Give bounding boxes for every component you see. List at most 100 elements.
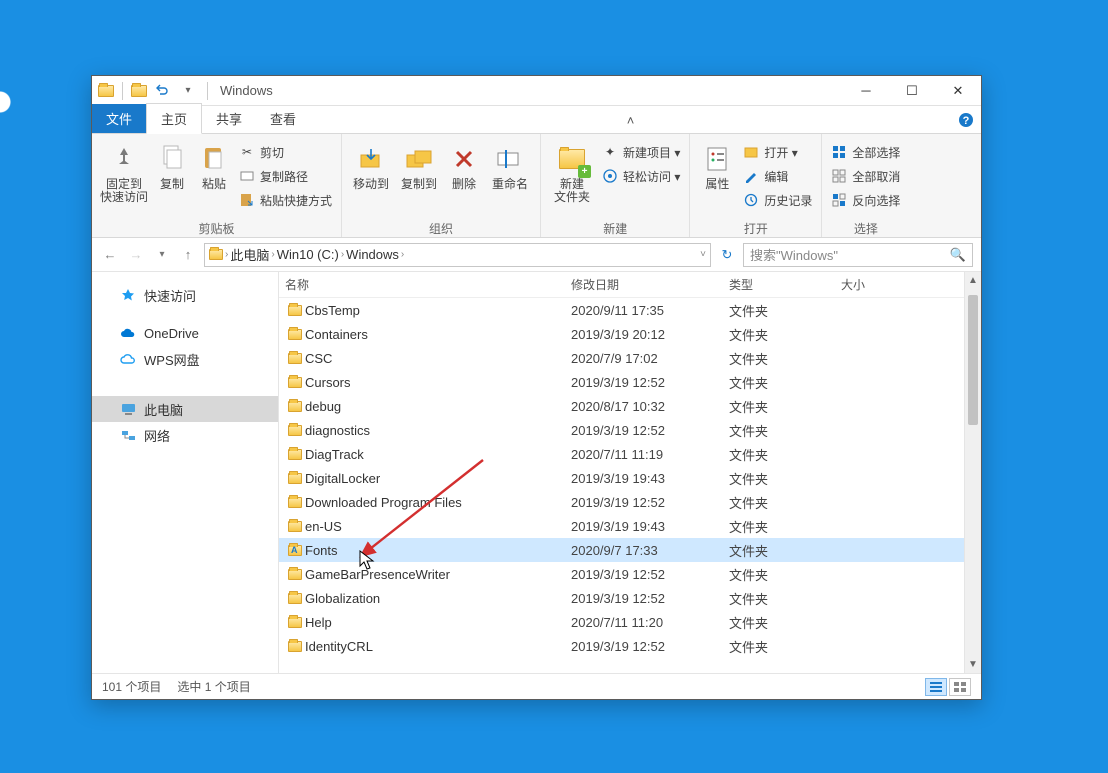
folder-icon bbox=[285, 305, 305, 316]
file-row[interactable]: GameBarPresenceWriter2019/3/19 12:52文件夹 bbox=[279, 562, 964, 586]
file-date: 2020/9/11 17:35 bbox=[571, 303, 729, 318]
edit-button[interactable]: 编辑 bbox=[740, 165, 815, 187]
sidebar-item-thispc[interactable]: 此电脑 bbox=[92, 396, 278, 422]
select-all-button[interactable]: 全部选择 bbox=[828, 141, 903, 163]
copy-to-button[interactable]: 复制到 bbox=[396, 139, 442, 191]
copy-button[interactable]: 复制 bbox=[152, 139, 192, 191]
desktop-icon-fragment bbox=[0, 82, 20, 122]
file-row[interactable]: Cursors2019/3/19 12:52文件夹 bbox=[279, 370, 964, 394]
sidebar-item-network[interactable]: 网络 bbox=[92, 422, 278, 448]
col-date[interactable]: 修改日期 bbox=[571, 276, 729, 293]
view-icons-button[interactable] bbox=[949, 678, 971, 696]
folder-icon bbox=[285, 425, 305, 436]
scroll-down-icon[interactable]: ▼ bbox=[965, 656, 981, 673]
qat-open-icon[interactable] bbox=[131, 85, 147, 97]
breadcrumb-item[interactable]: Windows › bbox=[346, 247, 404, 262]
file-row[interactable]: diagnostics2019/3/19 12:52文件夹 bbox=[279, 418, 964, 442]
col-type[interactable]: 类型 bbox=[729, 276, 841, 293]
file-name: DigitalLocker bbox=[305, 471, 571, 486]
nav-up-button[interactable]: ↑ bbox=[178, 247, 198, 262]
vertical-scrollbar[interactable]: ▲ ▼ bbox=[964, 272, 981, 673]
file-row[interactable]: debug2020/8/17 10:32文件夹 bbox=[279, 394, 964, 418]
history-button[interactable]: 历史记录 bbox=[740, 189, 815, 211]
minimize-button[interactable]: ─ bbox=[843, 76, 889, 106]
file-row[interactable]: DiagTrack2020/7/11 11:19文件夹 bbox=[279, 442, 964, 466]
cut-button[interactable]: ✂ 剪切 bbox=[236, 141, 335, 163]
file-row[interactable]: Containers2019/3/19 20:12文件夹 bbox=[279, 322, 964, 346]
qat-undo-icon[interactable] bbox=[151, 80, 173, 102]
open-button[interactable]: 打开 ▾ bbox=[740, 141, 815, 163]
move-to-button[interactable]: 移动到 bbox=[348, 139, 394, 191]
tab-share[interactable]: 共享 bbox=[202, 104, 256, 133]
scroll-thumb[interactable] bbox=[968, 295, 978, 425]
file-row[interactable]: Help2020/7/11 11:20文件夹 bbox=[279, 610, 964, 634]
column-headers[interactable]: 名称 修改日期 类型 大小 bbox=[279, 272, 964, 298]
file-type: 文件夹 bbox=[729, 517, 841, 536]
file-row[interactable]: Globalization2019/3/19 12:52文件夹 bbox=[279, 586, 964, 610]
qat-dropdown-icon[interactable]: ▾ bbox=[177, 80, 199, 102]
file-row[interactable]: CSC2020/7/9 17:02文件夹 bbox=[279, 346, 964, 370]
tab-view[interactable]: 查看 bbox=[256, 104, 310, 133]
group-label-select: 选择 bbox=[854, 219, 878, 237]
breadcrumb-item[interactable]: 此电脑 › bbox=[230, 245, 274, 264]
search-input[interactable]: 搜索"Windows" 🔍 bbox=[743, 243, 973, 267]
file-type: 文件夹 bbox=[729, 397, 841, 416]
col-name[interactable]: 名称 bbox=[285, 276, 571, 293]
group-label-organize: 组织 bbox=[429, 219, 453, 237]
file-row[interactable]: en-US2019/3/19 19:43文件夹 bbox=[279, 514, 964, 538]
invert-selection-button[interactable]: 反向选择 bbox=[828, 189, 903, 211]
paste-button[interactable]: 粘贴 bbox=[194, 139, 234, 191]
maximize-button[interactable]: ☐ bbox=[889, 76, 935, 106]
new-folder-button[interactable]: + 新建 文件夹 bbox=[547, 139, 597, 204]
sidebar-item-quick[interactable]: 快速访问 bbox=[92, 282, 278, 308]
close-button[interactable]: ✕ bbox=[935, 76, 981, 106]
tab-file[interactable]: 文件 bbox=[92, 104, 146, 133]
file-type: 文件夹 bbox=[729, 565, 841, 584]
edit-icon bbox=[743, 168, 759, 184]
new-item-button[interactable]: ✦ 新建项目 ▾ bbox=[599, 141, 683, 163]
history-icon bbox=[743, 192, 759, 208]
file-type: 文件夹 bbox=[729, 541, 841, 560]
select-none-button[interactable]: 全部取消 bbox=[828, 165, 903, 187]
scroll-up-icon[interactable]: ▲ bbox=[965, 272, 981, 289]
help-icon[interactable]: ? bbox=[951, 107, 981, 133]
explorer-body: 快速访问 OneDrive WPS网盘此电脑网络 名称 修改日期 类型 大小 Cbs… bbox=[92, 272, 981, 673]
file-row[interactable]: CbsTemp2020/9/11 17:35文件夹 bbox=[279, 298, 964, 322]
file-type: 文件夹 bbox=[729, 301, 841, 320]
breadcrumb-bar[interactable]: › 此电脑 › Win10 (C:) › Windows › ˅ bbox=[204, 243, 711, 267]
tab-home[interactable]: 主页 bbox=[146, 103, 202, 134]
file-date: 2019/3/19 12:52 bbox=[571, 591, 729, 606]
folder-icon: A bbox=[285, 545, 305, 556]
file-row[interactable]: IdentityCRL2019/3/19 12:52文件夹 bbox=[279, 634, 964, 658]
view-details-button[interactable] bbox=[925, 678, 947, 696]
file-date: 2019/3/19 12:52 bbox=[571, 495, 729, 510]
copy-path-button[interactable]: 复制路径 bbox=[236, 165, 335, 187]
rename-button[interactable]: 重命名 bbox=[486, 139, 534, 191]
file-row[interactable]: DigitalLocker2019/3/19 19:43文件夹 bbox=[279, 466, 964, 490]
nav-forward-button[interactable]: → bbox=[126, 247, 146, 262]
delete-button[interactable]: 删除 bbox=[444, 139, 484, 191]
nav-back-button[interactable]: ← bbox=[100, 247, 120, 262]
nav-recent-dropdown[interactable]: ▾ bbox=[152, 249, 172, 260]
easy-access-button[interactable]: 轻松访问 ▾ bbox=[599, 165, 683, 187]
pin-to-quick-access-button[interactable]: 固定到 快速访问 bbox=[98, 139, 150, 204]
col-size[interactable]: 大小 bbox=[841, 276, 964, 293]
properties-button[interactable]: 属性 bbox=[696, 139, 738, 191]
paste-shortcut-button[interactable]: 粘贴快捷方式 bbox=[236, 189, 335, 211]
breadcrumb-item[interactable]: Win10 (C:) › bbox=[277, 247, 344, 262]
folder-icon bbox=[285, 521, 305, 532]
file-row[interactable]: Downloaded Program Files2019/3/19 12:52文… bbox=[279, 490, 964, 514]
folder-icon bbox=[285, 353, 305, 364]
svg-text:?: ? bbox=[963, 115, 970, 127]
breadcrumb-dropdown-icon[interactable]: ˅ bbox=[700, 249, 706, 260]
sidebar-item-label: OneDrive bbox=[144, 326, 199, 341]
folder-icon bbox=[285, 329, 305, 340]
sidebar-item-wps[interactable]: WPS网盘 bbox=[92, 346, 278, 372]
ribbon-collapse-icon[interactable]: ˄ bbox=[618, 107, 644, 133]
refresh-button[interactable]: ↻ bbox=[717, 247, 737, 263]
sidebar-item-onedrive[interactable]: OneDrive bbox=[92, 320, 278, 346]
folder-icon bbox=[285, 401, 305, 412]
file-name: Cursors bbox=[305, 375, 571, 390]
file-row[interactable]: AFonts2020/9/7 17:33文件夹 bbox=[279, 538, 964, 562]
search-placeholder: 搜索"Windows" bbox=[750, 245, 838, 264]
